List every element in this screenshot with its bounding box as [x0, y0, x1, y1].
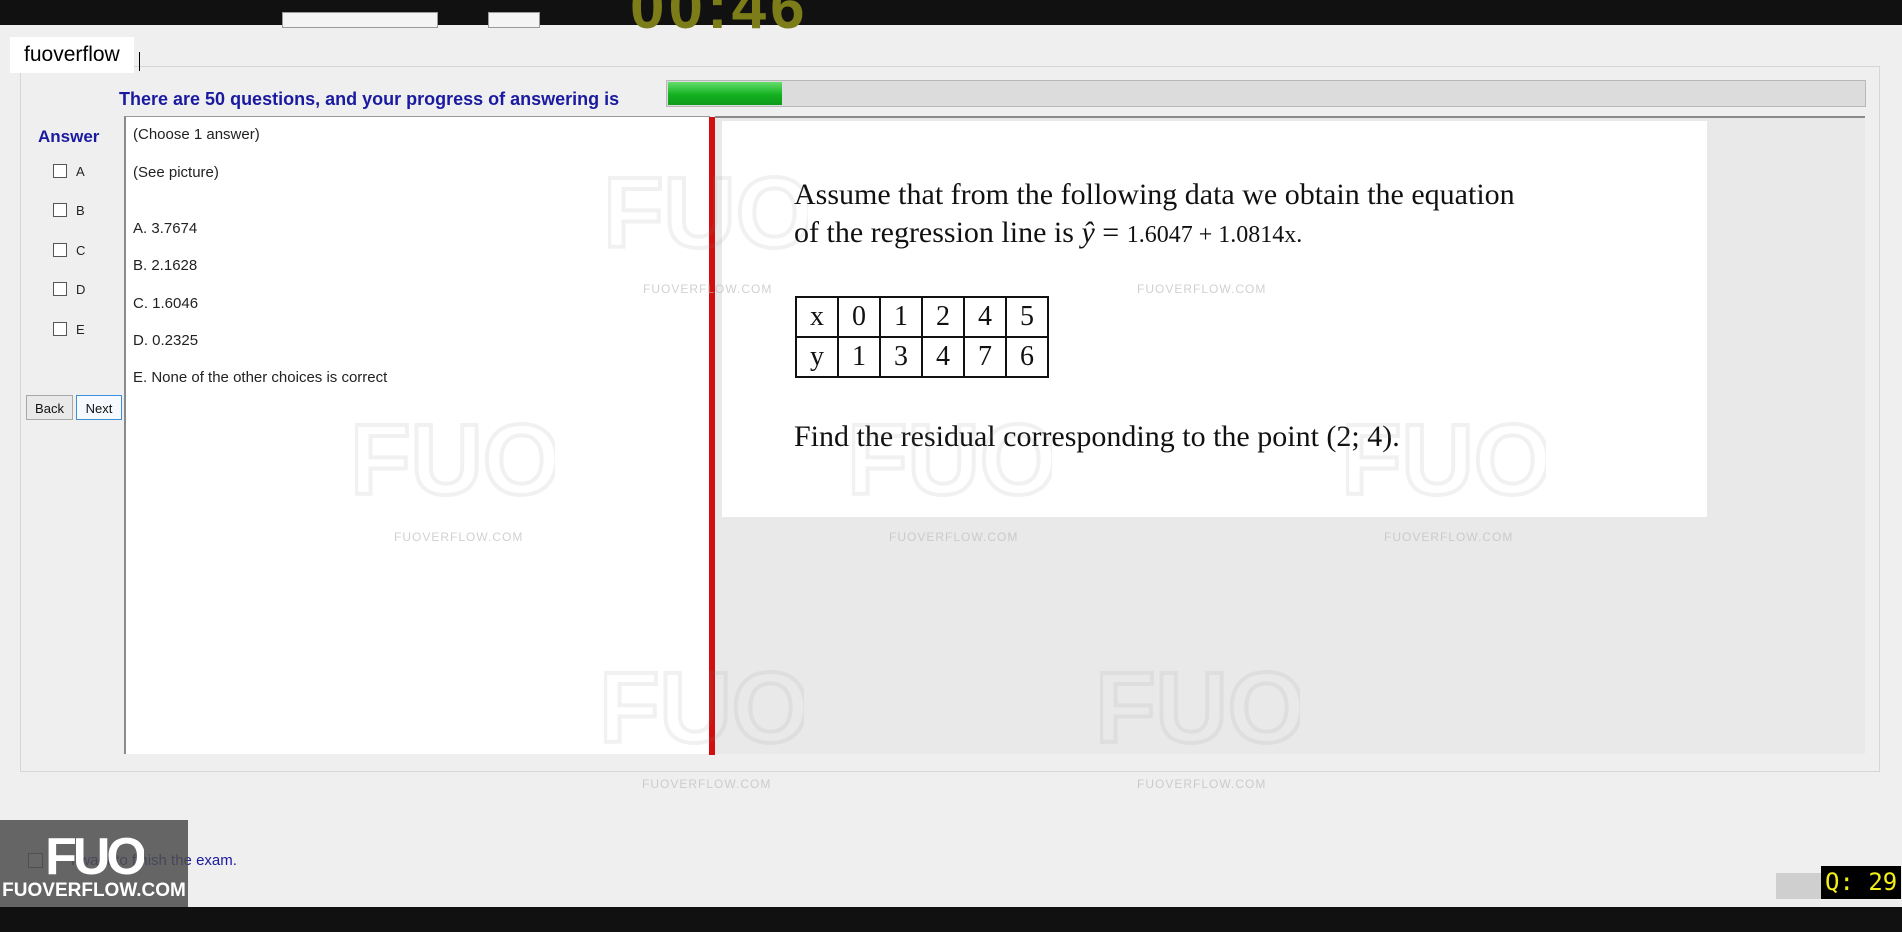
- answer-option-d[interactable]: D: [53, 280, 85, 298]
- question-instruction: (Choose 1 answer): [133, 126, 260, 143]
- option-label-e: E: [76, 321, 85, 337]
- svg-text:FUO: FUO: [45, 828, 144, 880]
- question-counter: Q: 29: [1821, 866, 1902, 899]
- option-label-c: C: [76, 242, 86, 258]
- watermark-caption: FUOVERFLOW.COM: [1384, 530, 1514, 544]
- y-cell: 1: [837, 336, 881, 378]
- option-label-a: A: [76, 163, 85, 179]
- y-cell: 3: [879, 336, 923, 378]
- answer-option-a[interactable]: A: [53, 162, 85, 180]
- brand-tag: fuoverflow: [10, 37, 134, 73]
- x-row: x 0 1 2 4 5: [795, 296, 1049, 338]
- image-text-line-1: Assume that from the following data we o…: [794, 178, 1515, 211]
- x-cell: 1: [879, 296, 923, 338]
- equals-sign: =: [1094, 216, 1127, 249]
- svg-text:FUO: FUO: [1346, 412, 1546, 512]
- svg-text:FUO: FUO: [355, 412, 555, 512]
- option-label-b: B: [76, 202, 85, 218]
- svg-text:FUO: FUO: [608, 165, 808, 265]
- y-cell: 4: [921, 336, 965, 378]
- checkbox-b[interactable]: [53, 203, 67, 217]
- x-cell: 2: [921, 296, 965, 338]
- question-see-picture: (See picture): [133, 164, 219, 181]
- y-cell: 7: [963, 336, 1007, 378]
- regression-equation: 1.6047 + 1.0814x.: [1126, 222, 1303, 248]
- answer-option-b[interactable]: B: [53, 201, 85, 219]
- x-cell: 4: [963, 296, 1007, 338]
- watermark-caption: FUOVERFLOW.COM: [1137, 777, 1267, 791]
- choice-e: E. None of the other choices is correct: [133, 369, 388, 386]
- bottom-black-bar: [0, 907, 1902, 932]
- x-cell: 5: [1005, 296, 1049, 338]
- checkbox-d[interactable]: [53, 282, 67, 296]
- progress-bar-fill: [668, 82, 782, 105]
- watermark-caption: FUOVERFLOW.COM: [1137, 282, 1267, 296]
- exam-code-dropdown[interactable]: [282, 12, 438, 28]
- watermark-caption: FUOVERFLOW.COM: [643, 282, 773, 296]
- answer-title: Answer: [38, 127, 100, 146]
- choice-b: B. 2.1628: [133, 257, 198, 274]
- y-hat-symbol: ŷ: [1081, 216, 1095, 249]
- logo-text: FUOVERFLOW.COM: [2, 880, 186, 901]
- x-cell: 0: [837, 296, 881, 338]
- watermark-logo: FUO: [355, 412, 555, 512]
- x-label-cell: x: [795, 296, 839, 338]
- countdown-timer: 00:46: [630, 0, 809, 42]
- svg-text:FUO: FUO: [852, 412, 1052, 512]
- watermark-caption: FUOVERFLOW.COM: [642, 777, 772, 791]
- y-label-cell: y: [795, 336, 839, 378]
- fuo-logo-mark: FUO: [45, 828, 144, 880]
- image-text-line-2: of the regression line is ŷ = 1.6047 + 1…: [794, 216, 1302, 250]
- choice-d: D. 0.2325: [133, 332, 199, 349]
- option-label-d: D: [76, 281, 86, 297]
- back-button[interactable]: Back: [26, 395, 73, 420]
- svg-text:FUO: FUO: [1100, 660, 1300, 760]
- top-black-bar: 00:46: [0, 0, 1902, 42]
- y-row: y 1 3 4 7 6: [795, 336, 1049, 378]
- font-size-dropdown[interactable]: [488, 12, 540, 28]
- progress-label: There are 50 questions, and your progres…: [119, 89, 620, 109]
- data-table: x 0 1 2 4 5 y 1 3 4 7 6: [795, 296, 1049, 378]
- watermark-logo: FUO: [852, 412, 1052, 512]
- svg-text:FUO: FUO: [604, 660, 804, 760]
- watermark-caption: FUOVERFLOW.COM: [394, 530, 524, 544]
- watermark-logo: FUO: [1346, 412, 1546, 512]
- answer-option-e[interactable]: E: [53, 320, 85, 338]
- checkbox-e[interactable]: [53, 322, 67, 336]
- next-button[interactable]: Next: [76, 395, 122, 420]
- fuoverflow-logo: FUO FUOVERFLOW.COM: [0, 820, 188, 908]
- checkbox-a[interactable]: [53, 164, 67, 178]
- watermark-logo: FUO: [604, 660, 804, 760]
- watermark-caption: FUOVERFLOW.COM: [889, 530, 1019, 544]
- watermark-logo: FUO: [1100, 660, 1300, 760]
- line-2-prefix: of the regression line is: [794, 216, 1082, 249]
- y-cell: 6: [1005, 336, 1049, 378]
- answer-option-c[interactable]: C: [53, 241, 85, 259]
- choice-c: C. 1.6046: [133, 295, 199, 312]
- watermark-logo: FUO: [608, 165, 808, 265]
- checkbox-c[interactable]: [53, 243, 67, 257]
- progress-bar: [666, 80, 1866, 107]
- text-cursor: [139, 52, 140, 71]
- choice-a: A. 3.7674: [133, 220, 198, 237]
